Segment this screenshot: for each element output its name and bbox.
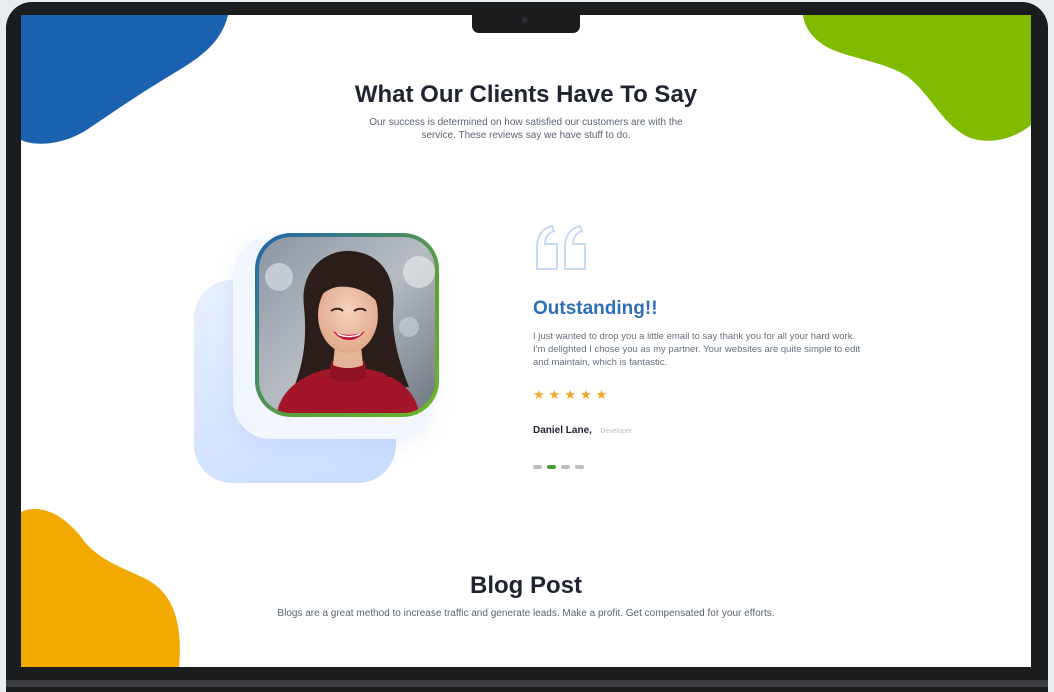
client-photo bbox=[259, 237, 435, 413]
testimonial-author: Daniel Lane, Developer bbox=[533, 420, 632, 438]
client-photo-frame bbox=[255, 233, 439, 417]
testimonial-body: I just wanted to drop you a little email… bbox=[533, 331, 861, 368]
rating-stars: ★ ★ ★ ★ ★ bbox=[533, 388, 607, 402]
slider-dot-1[interactable] bbox=[533, 465, 542, 469]
star-icon: ★ bbox=[595, 387, 608, 402]
laptop-mockup: What Our Clients Have To Say Our success… bbox=[0, 0, 1054, 692]
author-name: Daniel Lane, bbox=[533, 425, 592, 436]
slider-dot-3[interactable] bbox=[561, 465, 570, 469]
star-icon: ★ bbox=[548, 387, 561, 402]
camera-icon bbox=[522, 17, 528, 23]
star-icon: ★ bbox=[564, 387, 576, 402]
slider-pagination bbox=[533, 465, 584, 469]
star-icon: ★ bbox=[579, 387, 592, 402]
testimonials-subtitle: Our success is determined on how satisfi… bbox=[21, 116, 1031, 142]
testimonial-card: Outstanding!! I just wanted to drop you … bbox=[533, 225, 873, 469]
testimonial-title: Outstanding!! bbox=[533, 298, 658, 319]
laptop-base bbox=[6, 680, 1048, 687]
webpage-screen: What Our Clients Have To Say Our success… bbox=[21, 15, 1031, 667]
slider-dot-2[interactable] bbox=[547, 465, 556, 469]
author-role: Developer bbox=[600, 428, 633, 435]
testimonials-heading: What Our Clients Have To Say bbox=[354, 81, 698, 108]
slider-dot-4[interactable] bbox=[575, 465, 584, 469]
camera-notch bbox=[472, 14, 580, 33]
blog-subtitle: Blogs are a great method to increase tra… bbox=[277, 608, 775, 619]
blog-heading: Blog Post bbox=[470, 572, 582, 599]
testimonials-subtitle-text: Our success is determined on how satisfi… bbox=[369, 117, 683, 141]
star-icon: ★ bbox=[533, 387, 545, 402]
quote-icon bbox=[536, 225, 586, 270]
